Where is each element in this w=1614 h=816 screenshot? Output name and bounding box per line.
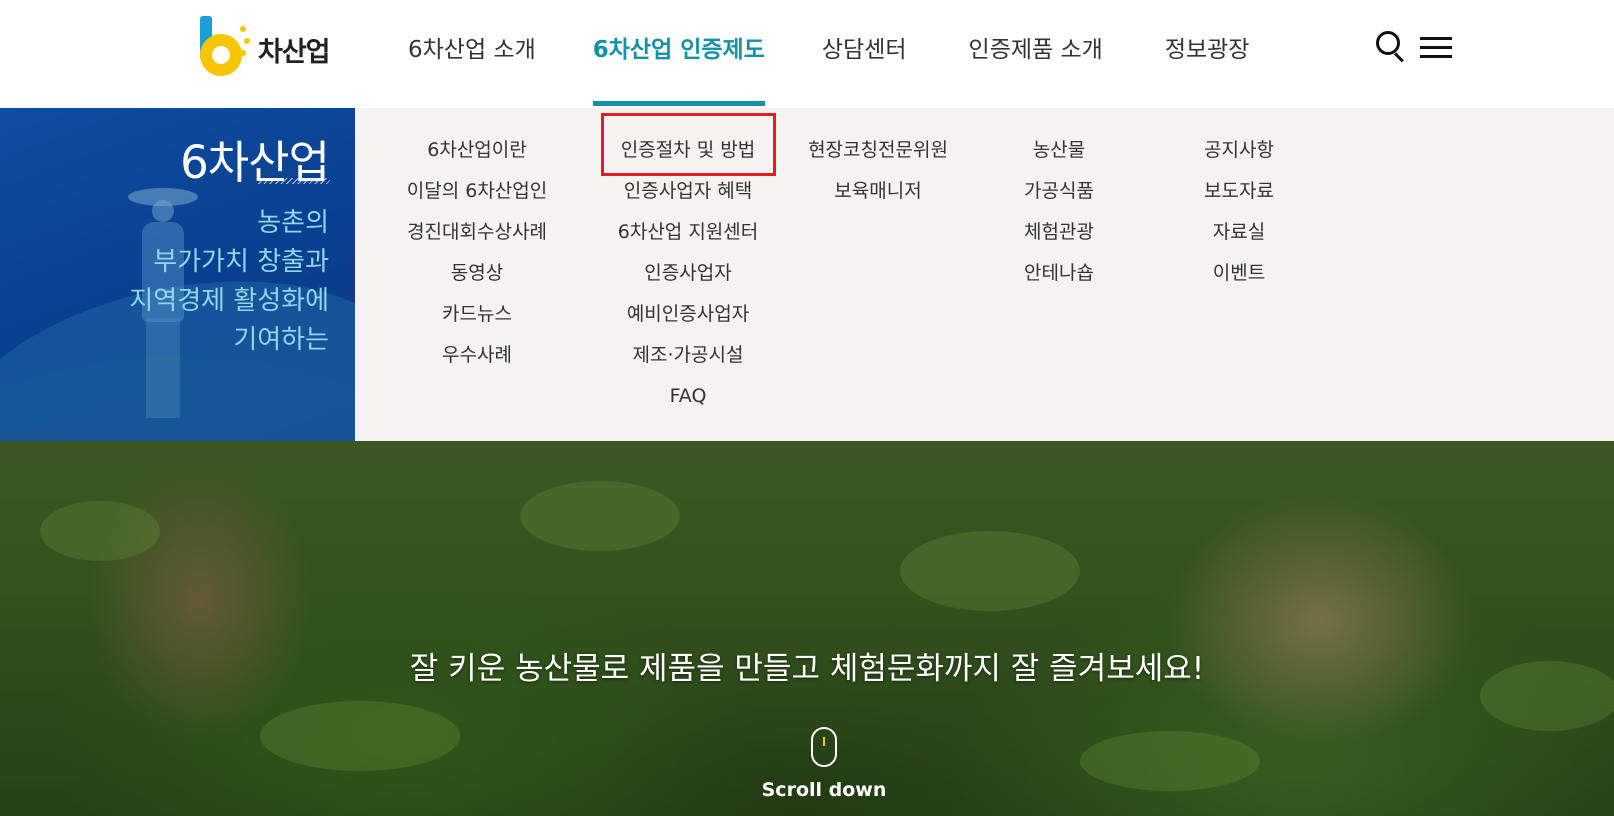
promo-line: 기여하는 <box>233 325 329 355</box>
submenu-link[interactable]: 6차산업이란 <box>387 130 567 171</box>
submenu-consulting: 현장코칭전문위원 보육매니저 <box>788 130 968 212</box>
submenu-link[interactable]: 체험관광 <box>969 212 1149 253</box>
submenu-link[interactable]: 보도자료 <box>1149 171 1329 212</box>
submenu-link[interactable]: 공지사항 <box>1149 130 1329 171</box>
nav-item-intro[interactable]: 6차산업 소개 <box>408 0 536 106</box>
submenu-link[interactable]: 동영상 <box>387 253 567 294</box>
submenu-intro: 6차산업이란 이달의 6차산업인 경진대회수상사례 동영상 카드뉴스 우수사례 <box>387 130 567 376</box>
highlight-box <box>601 113 776 176</box>
submenu-link[interactable]: 예비인증사업자 <box>598 294 778 335</box>
mega-menu: 6차산업 농촌의 부가가치 창출과 지역경제 활성화에 기여하는 6차산업이란 … <box>0 108 1614 441</box>
submenu-link[interactable]: 안테나숍 <box>969 253 1149 294</box>
promo-title-underline <box>258 178 330 184</box>
submenu-link[interactable]: 자료실 <box>1149 212 1329 253</box>
main-navigation: 6차산업 소개 6차산업 인증제도 상담센터 인증제품 소개 정보광장 <box>388 0 1249 106</box>
submenu-link[interactable]: 6차산업 지원센터 <box>598 212 778 253</box>
nav-item-certification[interactable]: 6차산업 인증제도 <box>592 0 766 106</box>
logo-text: 차산업 <box>258 37 331 68</box>
submenu-link[interactable]: 이벤트 <box>1149 253 1329 294</box>
submenu-products: 농산물 가공식품 체험관광 안테나숍 <box>969 130 1149 294</box>
mouse-scroll-icon[interactable] <box>811 727 837 767</box>
site-logo[interactable]: 차산업 <box>198 16 338 80</box>
submenu-link[interactable]: 농산물 <box>969 130 1149 171</box>
submenu-link[interactable]: 현장코칭전문위원 <box>788 130 968 171</box>
site-header: 차산업 6차산업 소개 6차산업 인증제도 상담센터 인증제품 소개 정보광장 <box>0 0 1614 108</box>
submenu-link[interactable]: 우수사례 <box>387 335 567 376</box>
scroll-down-label[interactable]: Scroll down <box>0 779 1614 801</box>
submenu-link[interactable]: 인증사업자 혜택 <box>598 171 778 212</box>
promo-line: 부가가치 창출과 <box>153 247 329 277</box>
submenu-info: 공지사항 보도자료 자료실 이벤트 <box>1149 130 1329 294</box>
submenu-link[interactable]: 카드뉴스 <box>387 294 567 335</box>
hero-banner: 잘 키운 농산물로 제품을 만들고 체험문화까지 잘 즐겨보세요! Scroll… <box>0 441 1614 816</box>
hamburger-menu-icon[interactable] <box>1420 37 1452 59</box>
search-icon[interactable] <box>1375 30 1407 63</box>
nav-item-products[interactable]: 인증제품 소개 <box>969 0 1103 106</box>
submenu-link[interactable]: 경진대회수상사례 <box>387 212 567 253</box>
logo-sun-icon <box>238 26 250 56</box>
promo-text: 농촌의 부가가치 창출과 지역경제 활성화에 기여하는 <box>129 204 329 360</box>
promo-line: 지역경제 활성화에 <box>129 286 329 316</box>
promo-panel: 6차산업 농촌의 부가가치 창출과 지역경제 활성화에 기여하는 <box>0 108 355 441</box>
submenu-link[interactable]: 인증사업자 <box>598 253 778 294</box>
nav-item-info[interactable]: 정보광장 <box>1165 0 1250 106</box>
promo-line: 농촌의 <box>257 208 329 238</box>
submenu-link[interactable]: FAQ <box>598 376 778 417</box>
hero-tagline: 잘 키운 농산물로 제품을 만들고 체험문화까지 잘 즐겨보세요! <box>409 651 1205 687</box>
submenu-link[interactable]: 이달의 6차산업인 <box>387 171 567 212</box>
submenu-link[interactable]: 보육매니저 <box>788 171 968 212</box>
nav-item-consulting[interactable]: 상담센터 <box>822 0 907 106</box>
submenu-link[interactable]: 가공식품 <box>969 171 1149 212</box>
submenu-link[interactable]: 제조·가공시설 <box>598 335 778 376</box>
